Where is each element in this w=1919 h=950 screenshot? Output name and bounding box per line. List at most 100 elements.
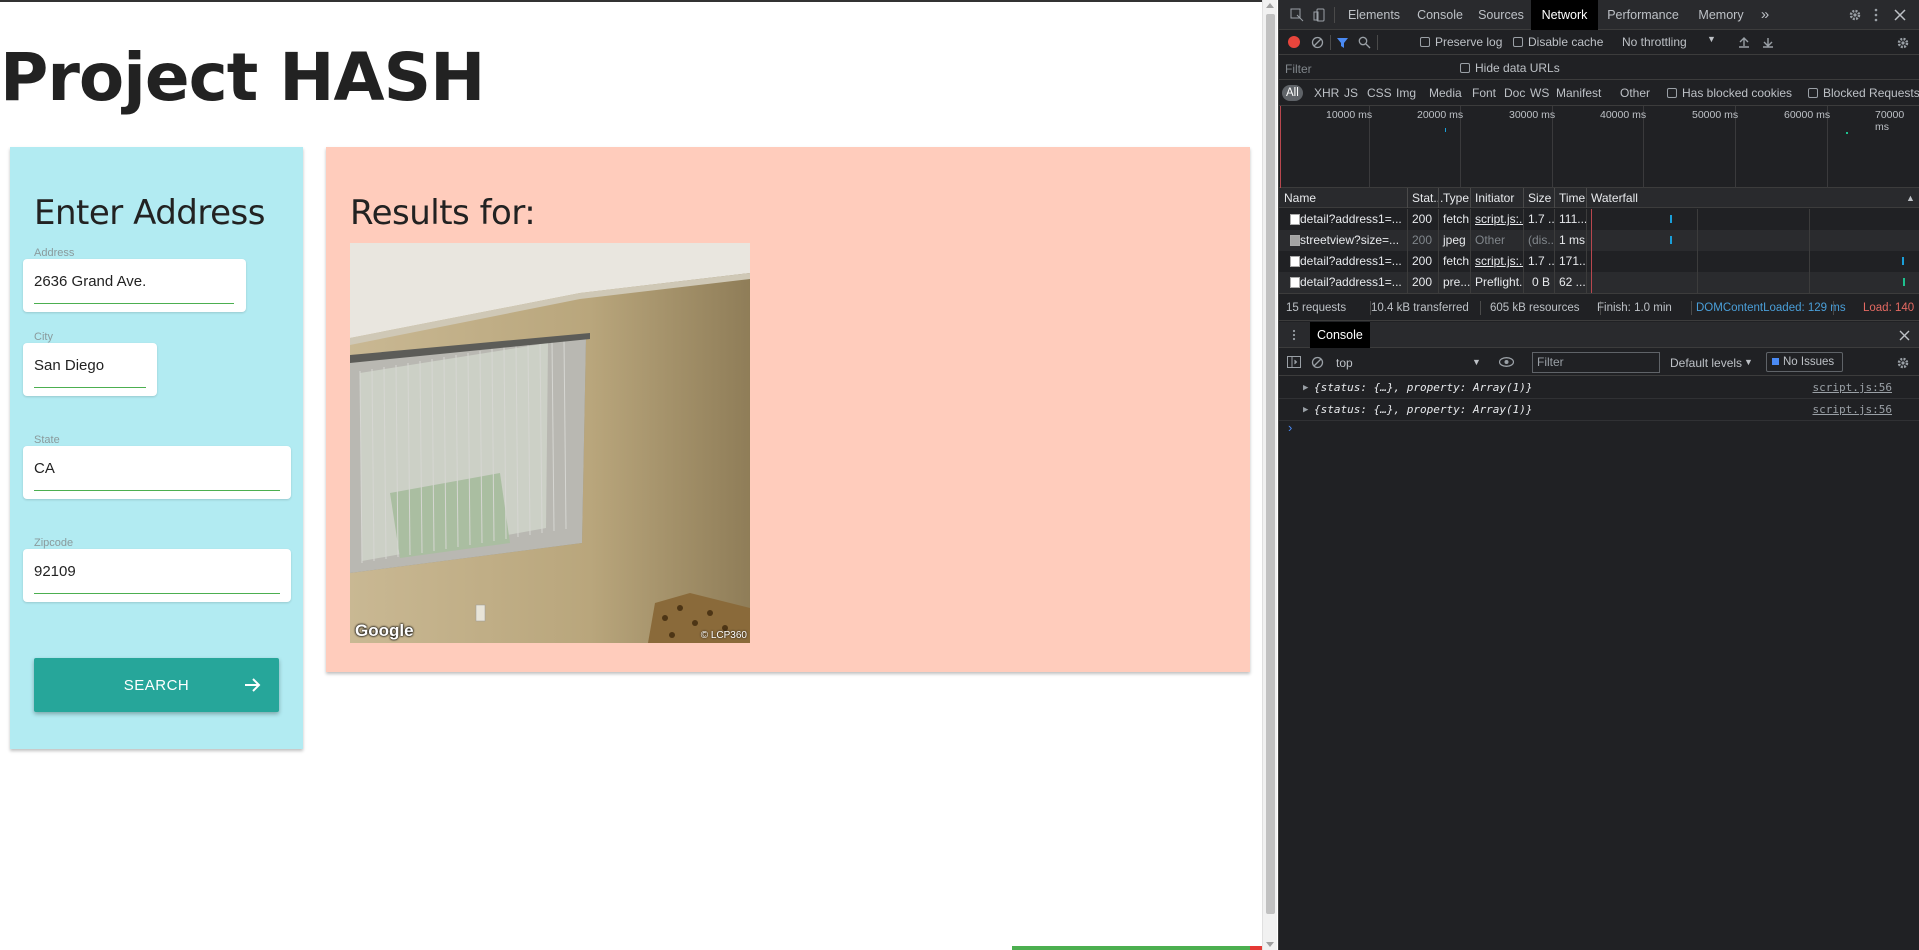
- col-waterfall[interactable]: Waterfall: [1586, 188, 1638, 208]
- tab-elements[interactable]: Elements: [1339, 0, 1409, 30]
- type-font[interactable]: Font: [1472, 86, 1496, 100]
- request-initiator[interactable]: script.js:...: [1470, 251, 1523, 272]
- state-field[interactable]: CA: [23, 446, 291, 499]
- request-initiator[interactable]: script.js:...: [1470, 209, 1523, 230]
- summary-resources: 605 kB resources: [1490, 302, 1580, 314]
- zipcode-field[interactable]: 92109: [23, 549, 291, 602]
- type-doc[interactable]: Doc: [1504, 86, 1525, 100]
- summary-load: Load: 140: [1863, 302, 1915, 314]
- type-media[interactable]: Media: [1429, 86, 1462, 100]
- drawer-tab-console[interactable]: Console: [1310, 322, 1370, 348]
- disable-cache-checkbox[interactable]: [1513, 37, 1523, 47]
- issues-button[interactable]: No Issues: [1766, 352, 1843, 372]
- chevron-down-icon: ▼: [1472, 357, 1481, 367]
- type-all-chip[interactable]: All: [1282, 85, 1303, 101]
- request-size: 1.7 ...: [1528, 254, 1554, 268]
- tab-memory[interactable]: Memory: [1688, 0, 1754, 30]
- expand-triangle-icon[interactable]: ▶: [1303, 399, 1308, 421]
- waterfall-grid: [1697, 209, 1698, 293]
- type-ws[interactable]: WS: [1530, 86, 1549, 100]
- type-other[interactable]: Other: [1620, 86, 1650, 100]
- kebab-menu-icon[interactable]: [1873, 8, 1879, 22]
- console-settings-icon[interactable]: [1896, 356, 1910, 370]
- request-type: pre...: [1443, 275, 1470, 289]
- request-status: 200: [1412, 254, 1433, 268]
- tab-console[interactable]: Console: [1409, 0, 1471, 30]
- table-row[interactable]: detail?address1=... 200 fetch script.js:…: [1279, 209, 1919, 230]
- results-heading: Results for:: [350, 193, 536, 233]
- search-icon[interactable]: [1358, 36, 1371, 49]
- timeline-overview[interactable]: 10000 ms 20000 ms 30000 ms 40000 ms 5000…: [1279, 106, 1919, 188]
- type-css[interactable]: CSS: [1367, 86, 1392, 100]
- more-tabs-icon[interactable]: »: [1756, 0, 1774, 30]
- inspect-icon[interactable]: [1290, 8, 1304, 22]
- sort-up-icon[interactable]: ▲: [1901, 188, 1915, 208]
- console-prompt[interactable]: ›: [1288, 420, 1292, 435]
- has-blocked-cookies-checkbox[interactable]: [1667, 88, 1677, 98]
- timeline-label: 20000 ms: [1417, 109, 1464, 121]
- log-levels-select[interactable]: Default levels: [1670, 353, 1742, 373]
- type-xhr[interactable]: XHR: [1314, 86, 1339, 100]
- drawer-close-icon[interactable]: [1899, 330, 1910, 341]
- scroll-down-icon[interactable]: [1266, 942, 1274, 947]
- import-har-icon[interactable]: [1738, 36, 1750, 48]
- context-select[interactable]: top: [1336, 353, 1353, 373]
- page-title: Project HASH: [0, 39, 485, 116]
- city-value: San Diego: [34, 357, 105, 374]
- network-summary-bar: 15 requests 10.4 kB transferred 605 kB r…: [1279, 293, 1919, 321]
- type-img[interactable]: Img: [1396, 86, 1416, 100]
- table-row[interactable]: detail?address1=... 200 fetch script.js:…: [1279, 251, 1919, 272]
- gear-icon[interactable]: [1848, 8, 1862, 22]
- hide-data-urls-checkbox[interactable]: [1460, 63, 1470, 73]
- scrollbar-thumb[interactable]: [1266, 14, 1275, 914]
- page-scrollbar[interactable]: [1262, 0, 1277, 950]
- request-size: 0 B: [1531, 275, 1550, 289]
- console-message[interactable]: ▶ {status: {…}, property: Array(1)} scri…: [1279, 399, 1919, 421]
- console-message-source[interactable]: script.js:56: [1813, 399, 1892, 421]
- network-filter-input[interactable]: Filter: [1285, 62, 1312, 76]
- blocked-requests-checkbox[interactable]: [1808, 88, 1818, 98]
- filter-icon[interactable]: [1336, 36, 1349, 49]
- type-manifest[interactable]: Manifest: [1556, 86, 1601, 100]
- request-size: (dis...: [1528, 233, 1554, 247]
- network-settings-icon[interactable]: [1896, 36, 1910, 50]
- col-name[interactable]: Name: [1279, 188, 1316, 208]
- type-js[interactable]: JS: [1344, 86, 1358, 100]
- bottom-strip-green: [1012, 946, 1250, 950]
- table-row[interactable]: detail?address1=... 200 pre... Preflight…: [1279, 272, 1919, 293]
- sidebar-toggle-icon[interactable]: [1287, 356, 1301, 368]
- expand-triangle-icon[interactable]: ▶: [1303, 377, 1308, 399]
- timeline-label: 30000 ms: [1509, 109, 1556, 121]
- table-row[interactable]: streetview?size=... 200 jpeg Other (dis.…: [1279, 230, 1919, 251]
- close-icon[interactable]: [1894, 9, 1906, 21]
- scroll-up-icon[interactable]: [1266, 3, 1274, 8]
- tab-network[interactable]: Network: [1531, 0, 1598, 30]
- console-clear-icon[interactable]: [1311, 356, 1324, 369]
- tab-sources[interactable]: Sources: [1471, 0, 1531, 30]
- console-message-source[interactable]: script.js:56: [1813, 377, 1892, 399]
- col-size[interactable]: Size: [1523, 188, 1551, 208]
- console-message[interactable]: ▶ {status: {…}, property: Array(1)} scri…: [1279, 377, 1919, 399]
- col-initiator[interactable]: Initiator: [1470, 188, 1514, 208]
- eye-icon[interactable]: [1499, 357, 1514, 367]
- export-har-icon[interactable]: [1762, 36, 1774, 48]
- throttling-select[interactable]: No throttling: [1622, 35, 1687, 49]
- col-time[interactable]: Time: [1554, 188, 1585, 208]
- address-field[interactable]: 2636 Grand Ave.: [23, 259, 246, 312]
- request-time: 171...: [1559, 254, 1586, 268]
- device-toggle-icon[interactable]: [1313, 8, 1327, 22]
- clear-icon[interactable]: [1311, 36, 1324, 49]
- summary-domcontentloaded: DOMContentLoaded: 129 ms: [1696, 302, 1846, 314]
- record-icon[interactable]: [1288, 36, 1300, 48]
- city-field[interactable]: San Diego: [23, 343, 157, 396]
- preserve-log-checkbox[interactable]: [1420, 37, 1430, 47]
- request-status: 200: [1412, 212, 1433, 226]
- tab-performance[interactable]: Performance: [1598, 0, 1688, 30]
- console-filter-input[interactable]: Filter: [1532, 352, 1660, 373]
- type-filter-row: All XHR JS CSS Img Media Font Doc WS Man…: [1279, 81, 1919, 106]
- search-button[interactable]: SEARCH: [34, 658, 279, 712]
- issues-label: No Issues: [1783, 356, 1835, 368]
- col-type[interactable]: Type: [1438, 188, 1469, 208]
- timeline-label: 70000 ms: [1875, 109, 1905, 133]
- drawer-menu-icon[interactable]: [1292, 329, 1296, 341]
